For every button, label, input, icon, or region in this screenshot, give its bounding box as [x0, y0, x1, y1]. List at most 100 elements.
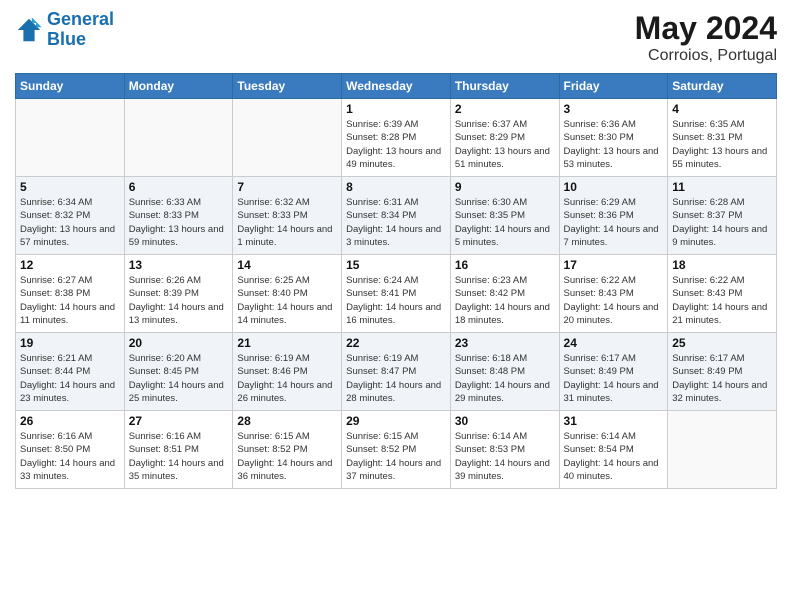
cell-info: Sunrise: 6:21 AMSunset: 8:44 PMDaylight:… [20, 352, 120, 405]
cell-info: Sunrise: 6:24 AMSunset: 8:41 PMDaylight:… [346, 274, 446, 327]
cell-info: Sunrise: 6:25 AMSunset: 8:40 PMDaylight:… [237, 274, 337, 327]
cell-info: Sunrise: 6:17 AMSunset: 8:49 PMDaylight:… [564, 352, 664, 405]
table-row: 18 Sunrise: 6:22 AMSunset: 8:43 PMDayligh… [668, 255, 777, 333]
cell-day-number: 16 [455, 258, 555, 272]
cell-info: Sunrise: 6:19 AMSunset: 8:47 PMDaylight:… [346, 352, 446, 405]
calendar-body: 1 Sunrise: 6:39 AMSunset: 8:28 PMDaylight… [16, 99, 777, 489]
cell-info: Sunrise: 6:17 AMSunset: 8:49 PMDaylight:… [672, 352, 772, 405]
table-row: 12 Sunrise: 6:27 AMSunset: 8:38 PMDayligh… [16, 255, 125, 333]
cell-day-number: 9 [455, 180, 555, 194]
cell-info: Sunrise: 6:14 AMSunset: 8:54 PMDaylight:… [564, 430, 664, 483]
table-row [16, 99, 125, 177]
table-row [233, 99, 342, 177]
table-row: 27Sunrise: 6:16 AMSunset: 8:51 PMDayligh… [124, 411, 233, 489]
table-row: 23 Sunrise: 6:18 AMSunset: 8:48 PMDayligh… [450, 333, 559, 411]
cell-day-number: 24 [564, 336, 664, 350]
table-row: 5 Sunrise: 6:34 AMSunset: 8:32 PMDaylight… [16, 177, 125, 255]
table-row [668, 411, 777, 489]
cell-day-number: 27 [129, 414, 229, 428]
cell-info: Sunrise: 6:36 AMSunset: 8:30 PMDaylight:… [564, 118, 664, 171]
page-header: General Blue May 2024 Corroios, Portugal [15, 10, 777, 65]
calendar-week-row: 19 Sunrise: 6:21 AMSunset: 8:44 PMDayligh… [16, 333, 777, 411]
cell-info: Sunrise: 6:22 AMSunset: 8:43 PMDaylight:… [672, 274, 772, 327]
table-row: 17Sunrise: 6:22 AMSunset: 8:43 PMDayligh… [559, 255, 668, 333]
cell-info: Sunrise: 6:22 AMSunset: 8:43 PMDaylight:… [564, 274, 664, 327]
subtitle: Corroios, Portugal [635, 47, 777, 65]
cell-day-number: 31 [564, 414, 664, 428]
cell-info: Sunrise: 6:35 AMSunset: 8:31 PMDaylight:… [672, 118, 772, 171]
main-title: May 2024 [635, 10, 777, 47]
cell-info: Sunrise: 6:23 AMSunset: 8:42 PMDaylight:… [455, 274, 555, 327]
cell-day-number: 20 [129, 336, 229, 350]
cell-day-number: 7 [237, 180, 337, 194]
table-row: 22 Sunrise: 6:19 AMSunset: 8:47 PMDayligh… [342, 333, 451, 411]
col-saturday: Saturday [668, 74, 777, 99]
table-row: 2 Sunrise: 6:37 AMSunset: 8:29 PMDaylight… [450, 99, 559, 177]
cell-info: Sunrise: 6:26 AMSunset: 8:39 PMDaylight:… [129, 274, 229, 327]
title-block: May 2024 Corroios, Portugal [635, 10, 777, 65]
cell-day-number: 3 [564, 102, 664, 116]
col-tuesday: Tuesday [233, 74, 342, 99]
cell-info: Sunrise: 6:18 AMSunset: 8:48 PMDaylight:… [455, 352, 555, 405]
cell-info: Sunrise: 6:29 AMSunset: 8:36 PMDaylight:… [564, 196, 664, 249]
table-row [124, 99, 233, 177]
logo-icon [15, 16, 43, 44]
table-row: 1 Sunrise: 6:39 AMSunset: 8:28 PMDaylight… [342, 99, 451, 177]
header-row: Sunday Monday Tuesday Wednesday Thursday… [16, 74, 777, 99]
cell-day-number: 1 [346, 102, 446, 116]
table-row: 31 Sunrise: 6:14 AMSunset: 8:54 PMDayligh… [559, 411, 668, 489]
table-row: 6 Sunrise: 6:33 AMSunset: 8:33 PMDaylight… [124, 177, 233, 255]
col-monday: Monday [124, 74, 233, 99]
cell-day-number: 12 [20, 258, 120, 272]
cell-info: Sunrise: 6:28 AMSunset: 8:37 PMDaylight:… [672, 196, 772, 249]
cell-day-number: 13 [129, 258, 229, 272]
cell-info: Sunrise: 6:33 AMSunset: 8:33 PMDaylight:… [129, 196, 229, 249]
table-row: 16 Sunrise: 6:23 AMSunset: 8:42 PMDayligh… [450, 255, 559, 333]
table-row: 29 Sunrise: 6:15 AMSunset: 8:52 PMDayligh… [342, 411, 451, 489]
col-friday: Friday [559, 74, 668, 99]
cell-info: Sunrise: 6:27 AMSunset: 8:38 PMDaylight:… [20, 274, 120, 327]
table-row: 19 Sunrise: 6:21 AMSunset: 8:44 PMDayligh… [16, 333, 125, 411]
cell-day-number: 5 [20, 180, 120, 194]
table-row: 8 Sunrise: 6:31 AMSunset: 8:34 PMDaylight… [342, 177, 451, 255]
cell-day-number: 28 [237, 414, 337, 428]
cell-info: Sunrise: 6:39 AMSunset: 8:28 PMDaylight:… [346, 118, 446, 171]
cell-info: Sunrise: 6:37 AMSunset: 8:29 PMDaylight:… [455, 118, 555, 171]
cell-day-number: 18 [672, 258, 772, 272]
table-row: 13 Sunrise: 6:26 AMSunset: 8:39 PMDayligh… [124, 255, 233, 333]
table-row: 9 Sunrise: 6:30 AMSunset: 8:35 PMDaylight… [450, 177, 559, 255]
cell-day-number: 22 [346, 336, 446, 350]
cell-day-number: 11 [672, 180, 772, 194]
calendar-week-row: 1 Sunrise: 6:39 AMSunset: 8:28 PMDaylight… [16, 99, 777, 177]
cell-day-number: 23 [455, 336, 555, 350]
cell-info: Sunrise: 6:20 AMSunset: 8:45 PMDaylight:… [129, 352, 229, 405]
table-row: 26 Sunrise: 6:16 AMSunset: 8:50 PMDayligh… [16, 411, 125, 489]
cell-day-number: 2 [455, 102, 555, 116]
table-row: 15 Sunrise: 6:24 AMSunset: 8:41 PMDayligh… [342, 255, 451, 333]
cell-day-number: 19 [20, 336, 120, 350]
calendar-header: Sunday Monday Tuesday Wednesday Thursday… [16, 74, 777, 99]
cell-day-number: 26 [20, 414, 120, 428]
cell-info: Sunrise: 6:19 AMSunset: 8:46 PMDaylight:… [237, 352, 337, 405]
cell-day-number: 25 [672, 336, 772, 350]
cell-info: Sunrise: 6:31 AMSunset: 8:34 PMDaylight:… [346, 196, 446, 249]
cell-day-number: 30 [455, 414, 555, 428]
cell-day-number: 6 [129, 180, 229, 194]
table-row: 20 Sunrise: 6:20 AMSunset: 8:45 PMDayligh… [124, 333, 233, 411]
cell-day-number: 15 [346, 258, 446, 272]
cell-info: Sunrise: 6:34 AMSunset: 8:32 PMDaylight:… [20, 196, 120, 249]
calendar-week-row: 5 Sunrise: 6:34 AMSunset: 8:32 PMDaylight… [16, 177, 777, 255]
cell-day-number: 21 [237, 336, 337, 350]
cell-day-number: 29 [346, 414, 446, 428]
logo: General Blue [15, 10, 114, 50]
cell-info: Sunrise: 6:15 AMSunset: 8:52 PMDaylight:… [346, 430, 446, 483]
table-row: 24 Sunrise: 6:17 AMSunset: 8:49 PMDayligh… [559, 333, 668, 411]
cell-day-number: 8 [346, 180, 446, 194]
table-row: 30 Sunrise: 6:14 AMSunset: 8:53 PMDayligh… [450, 411, 559, 489]
cell-info: Sunrise: 6:14 AMSunset: 8:53 PMDaylight:… [455, 430, 555, 483]
table-row: 4Sunrise: 6:35 AMSunset: 8:31 PMDaylight… [668, 99, 777, 177]
table-row: 28Sunrise: 6:15 AMSunset: 8:52 PMDayligh… [233, 411, 342, 489]
cell-info: Sunrise: 6:16 AMSunset: 8:50 PMDaylight:… [20, 430, 120, 483]
table-row: 7Sunrise: 6:32 AMSunset: 8:33 PMDaylight… [233, 177, 342, 255]
cell-info: Sunrise: 6:30 AMSunset: 8:35 PMDaylight:… [455, 196, 555, 249]
